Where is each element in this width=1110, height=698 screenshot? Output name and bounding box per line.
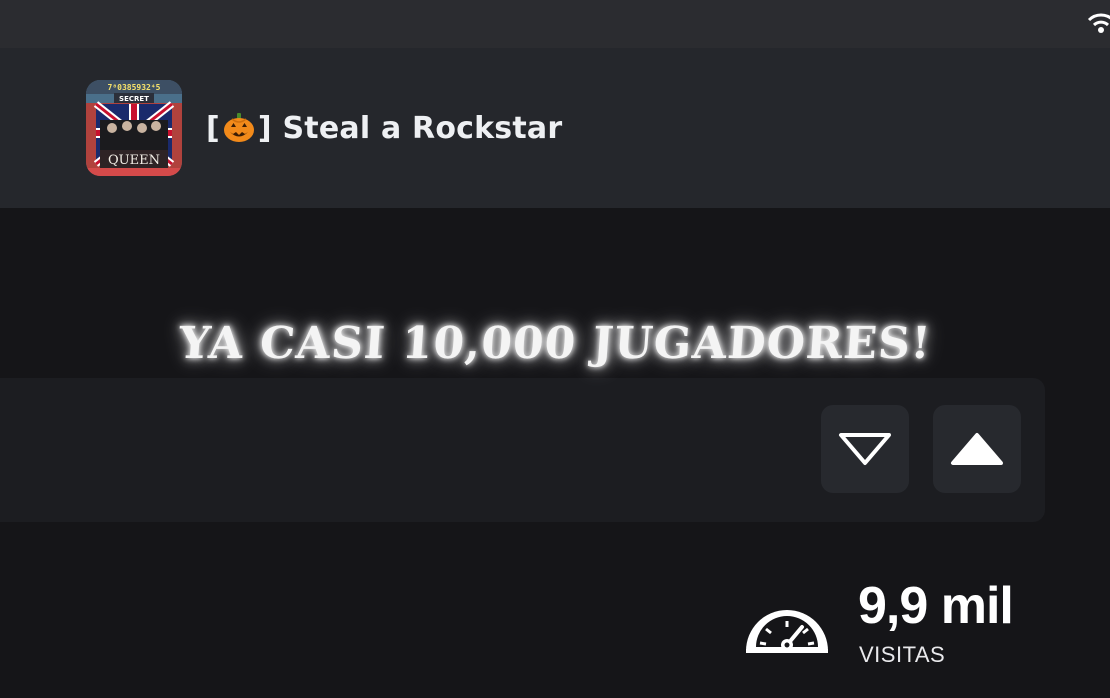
game-thumbnail[interactable]: 7⁸0385932⁴5 SECRET QUEEN (86, 80, 182, 176)
speedometer-icon (746, 610, 828, 653)
visits-value: 9,9 mil (858, 577, 1014, 635)
pumpkin-icon (223, 113, 254, 142)
visits-label: VISITAS (859, 642, 946, 667)
thumbnail-badge: SECRET (119, 95, 149, 103)
banner-text: YA CASI 10,000 JUGADORES! (177, 318, 933, 369)
thumbs-up-filled-icon (951, 433, 1003, 465)
overlay-banner: YA CASI 10,000 JUGADORES! (0, 318, 1110, 369)
thumbnail-art: 7⁸0385932⁴5 SECRET QUEEN (86, 80, 182, 176)
thumbs-down-outline-icon (839, 433, 891, 465)
thumbnail-label: QUEEN (108, 153, 160, 168)
like-button[interactable] (933, 405, 1021, 493)
game-title-text: ] Steal a Rockstar (257, 110, 563, 146)
wifi-icon (1087, 13, 1110, 33)
game-header: 7⁸0385932⁴5 SECRET QUEEN [] Steal a Roc… (0, 48, 1110, 208)
thumbnail-top-text: 7⁸0385932⁴5 (108, 83, 161, 92)
game-title[interactable]: [ ] Steal a Rockstar (206, 106, 562, 150)
dislike-button[interactable] (821, 405, 909, 493)
game-title-prefix: [ (206, 110, 220, 146)
status-bar (0, 0, 1110, 48)
visits-stat: 9,9 mil VISITAS (744, 577, 1044, 678)
